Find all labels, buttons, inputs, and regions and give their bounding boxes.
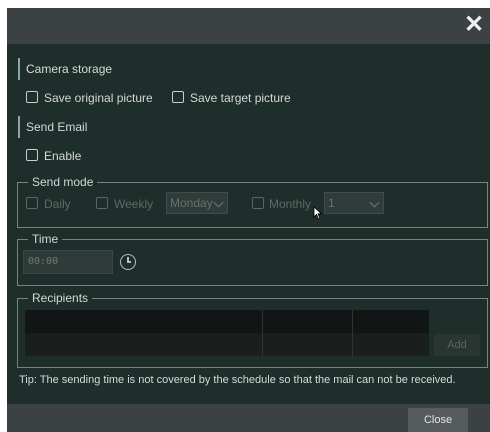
weekly-checkbox[interactable] — [96, 197, 108, 209]
daily-checkbox[interactable] — [26, 197, 38, 209]
add-recipient-button[interactable]: Add — [434, 334, 480, 356]
close-icon[interactable]: ✕ — [461, 12, 487, 38]
title-bar: ✕ — [7, 8, 490, 44]
time-input[interactable]: 00:00 — [23, 250, 113, 274]
daily-label[interactable]: Daily — [44, 197, 71, 211]
save-target-checkbox[interactable] — [172, 91, 184, 103]
table-row[interactable] — [25, 333, 429, 356]
monthday-select-value: 1 — [328, 196, 335, 210]
enable-email-label[interactable]: Enable — [44, 149, 81, 163]
monthly-checkbox[interactable] — [252, 197, 264, 209]
table-cell — [25, 310, 263, 333]
weekday-select[interactable]: Monday — [166, 192, 228, 214]
send-email-title: Send Email — [18, 116, 87, 138]
enable-email-checkbox[interactable] — [26, 149, 38, 161]
chevron-down-icon — [369, 197, 380, 208]
weekly-label[interactable]: Weekly — [114, 197, 153, 211]
save-original-label[interactable]: Save original picture — [44, 91, 153, 105]
time-legend: Time — [28, 232, 63, 246]
table-cell — [353, 310, 429, 333]
chevron-down-icon — [213, 197, 224, 208]
table-row[interactable] — [25, 310, 429, 333]
monthly-label[interactable]: Monthly — [269, 197, 311, 211]
clock-icon[interactable] — [120, 254, 136, 270]
table-cell — [353, 333, 429, 356]
monthday-select[interactable]: 1 — [324, 192, 384, 214]
table-cell — [263, 333, 353, 356]
save-target-label[interactable]: Save target picture — [190, 91, 291, 105]
recipients-table[interactable] — [25, 310, 429, 356]
table-cell — [25, 333, 263, 356]
close-button[interactable]: Close — [408, 408, 468, 432]
recipients-legend: Recipients — [28, 291, 93, 305]
send-mode-legend: Send mode — [28, 175, 98, 189]
tip-text: Tip: The sending time is not covered by … — [19, 374, 456, 386]
camera-storage-title: Camera storage — [18, 58, 112, 80]
table-cell — [263, 310, 353, 333]
footer-bar: Close — [7, 404, 490, 432]
mouse-cursor-icon — [313, 206, 323, 220]
email-settings-dialog: ✕ Camera storage Save original picture S… — [7, 8, 490, 432]
weekday-select-value: Monday — [170, 196, 213, 210]
save-original-checkbox[interactable] — [26, 91, 38, 103]
